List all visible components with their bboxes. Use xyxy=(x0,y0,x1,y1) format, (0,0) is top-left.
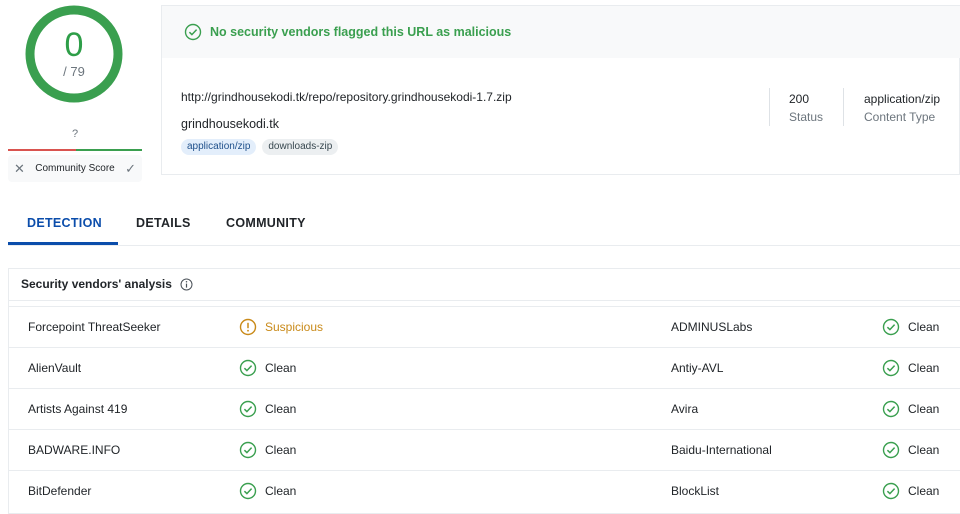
vendor-result-label: Clean xyxy=(265,443,297,457)
tab-community[interactable]: COMMUNITY xyxy=(226,216,306,230)
vote-harmless-icon[interactable]: ✓ xyxy=(125,161,136,177)
check-circle-icon xyxy=(882,441,900,459)
vendor-row: AlienVault Clean Antiy-AVL Clean xyxy=(8,347,960,388)
vendor-result: Clean xyxy=(239,430,296,470)
community-score-value: ? xyxy=(71,128,79,140)
vendor-name[interactable]: Forcepoint ThreatSeeker xyxy=(28,307,161,347)
vendor-results-list: Forcepoint ThreatSeeker Suspicious ADMIN… xyxy=(8,306,960,511)
tab-detection[interactable]: DETECTION xyxy=(27,216,102,230)
check-circle-icon xyxy=(882,318,900,336)
detection-count: 0 xyxy=(64,26,84,64)
header-divider xyxy=(8,300,960,301)
section-title: Security vendors' analysis xyxy=(21,277,172,291)
verdict-text: No security vendors flagged this URL as … xyxy=(210,25,512,39)
vote-malicious-icon[interactable]: ✕ xyxy=(14,161,25,177)
vendor-result: Clean xyxy=(882,348,939,388)
vendor-result: Suspicious xyxy=(239,307,323,347)
check-circle-icon xyxy=(239,400,257,418)
check-circle-icon xyxy=(882,482,900,500)
vendor-name[interactable]: Baidu-International xyxy=(671,430,772,470)
vendor-result-label: Clean xyxy=(908,402,940,416)
tag-application-zip[interactable]: application/zip xyxy=(181,139,257,155)
url-host[interactable]: grindhousekodi.tk xyxy=(181,117,279,131)
vendor-row: BitDefender Clean BlockList Clean xyxy=(8,470,960,511)
vendor-result-label: Clean xyxy=(908,443,940,457)
vendor-result: Clean xyxy=(239,389,296,429)
vendor-name[interactable]: BitDefender xyxy=(28,471,91,511)
vendor-result: Clean xyxy=(882,430,939,470)
check-circle-icon xyxy=(239,359,257,377)
community-score-label: Community Score xyxy=(35,163,115,174)
vendor-name[interactable]: BlockList xyxy=(671,471,719,511)
community-score-pill: ✕ Community Score ✓ xyxy=(8,155,142,182)
vendor-result-label: Clean xyxy=(265,402,297,416)
check-circle-icon xyxy=(882,400,900,418)
vendor-row: BADWARE.INFO Clean Baidu-International C… xyxy=(8,429,960,470)
http-status-value: 200 xyxy=(789,92,810,106)
content-type-label: Content Type xyxy=(864,110,936,124)
scanned-url[interactable]: http://grindhousekodi.tk/repo/repository… xyxy=(181,90,512,104)
stat-divider xyxy=(769,88,770,126)
vendor-result: Clean xyxy=(882,471,939,511)
vendor-result-label: Clean xyxy=(908,361,940,375)
vendor-result: Clean xyxy=(239,348,296,388)
check-circle-icon xyxy=(882,359,900,377)
vendor-name[interactable]: ADMINUSLabs xyxy=(671,307,752,347)
vendors-analysis-header: Security vendors' analysis xyxy=(21,277,193,291)
vendor-row: Artists Against 419 Clean Avira Clean xyxy=(8,388,960,429)
community-score-bar-positive xyxy=(76,149,142,151)
tag-downloads-zip[interactable]: downloads-zip xyxy=(262,139,339,155)
vendor-result-label: Clean xyxy=(265,361,297,375)
vendor-result: Clean xyxy=(882,389,939,429)
community-score-bar-negative xyxy=(8,149,76,151)
stat-divider xyxy=(843,88,844,126)
suspicious-icon xyxy=(239,318,257,336)
vendor-result: Clean xyxy=(882,307,939,347)
vendor-result: Clean xyxy=(239,471,296,511)
vendor-name[interactable]: Avira xyxy=(671,389,698,429)
vendor-name[interactable]: Artists Against 419 xyxy=(28,389,127,429)
vendor-result-label: Clean xyxy=(908,320,940,334)
verdict-banner: No security vendors flagged this URL as … xyxy=(162,6,960,58)
content-type-value: application/zip xyxy=(864,92,941,106)
check-circle-icon xyxy=(239,482,257,500)
vendor-row: Forcepoint ThreatSeeker Suspicious ADMIN… xyxy=(8,306,960,347)
vendor-name[interactable]: Antiy-AVL xyxy=(671,348,723,388)
vendor-result-label: Clean xyxy=(908,484,940,498)
check-circle-icon xyxy=(239,441,257,459)
detection-total: / 79 xyxy=(63,64,85,79)
url-tags: application/zip downloads-zip xyxy=(181,139,339,155)
tab-divider xyxy=(8,245,960,246)
vendor-name[interactable]: AlienVault xyxy=(28,348,81,388)
info-icon[interactable] xyxy=(180,278,193,291)
vendor-result-label: Clean xyxy=(265,484,297,498)
vendor-name[interactable]: BADWARE.INFO xyxy=(28,430,120,470)
tab-details[interactable]: DETAILS xyxy=(136,216,191,230)
check-circle-icon xyxy=(184,23,202,41)
http-status-label: Status xyxy=(789,110,824,124)
vendor-result-label: Suspicious xyxy=(265,320,324,334)
